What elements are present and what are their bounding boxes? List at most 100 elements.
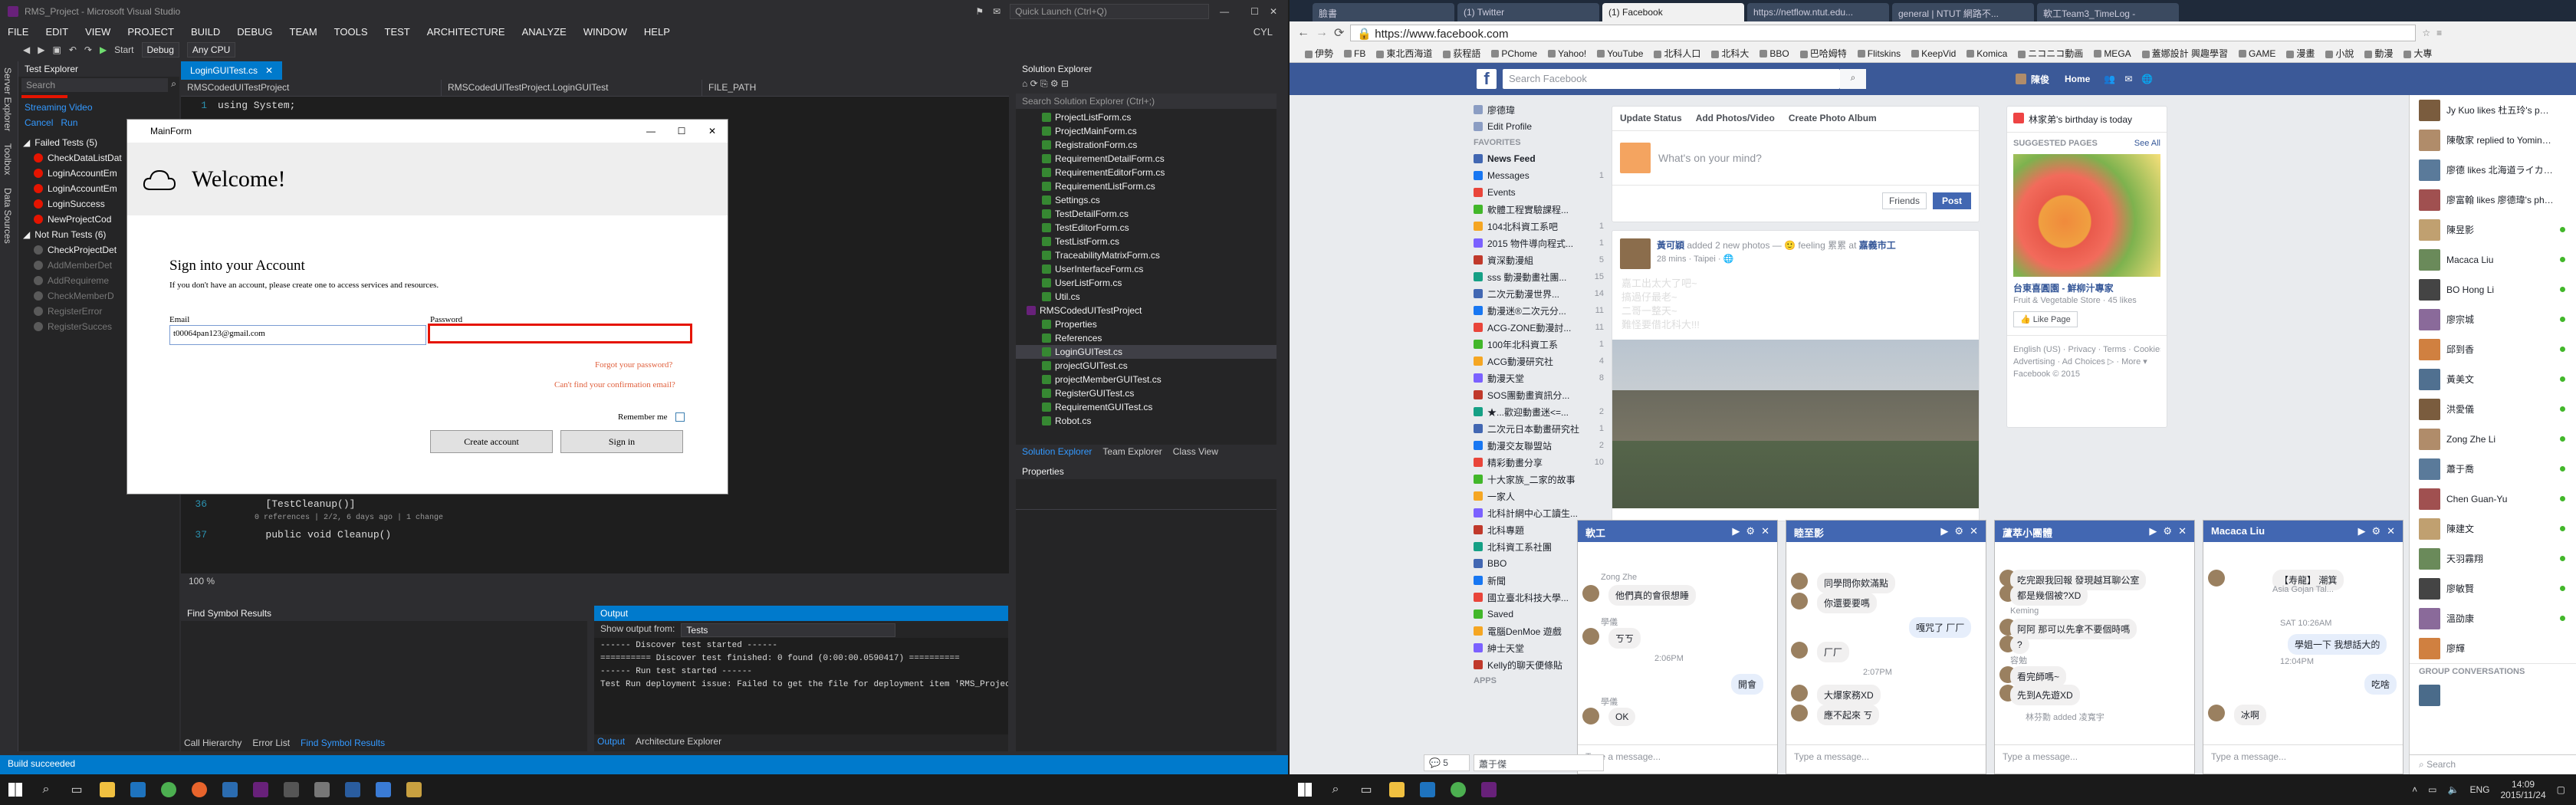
favorite-item[interactable]: ACG動漫研究社 4 [1474, 353, 1604, 370]
suggested-page-name[interactable]: 台東喜圓園 - 鮮柳汁專家 [2007, 277, 2167, 294]
favorite-item[interactable]: 十大家族_二家的故事 [1474, 471, 1604, 488]
post-place[interactable]: 嘉義市工 [1859, 240, 1896, 251]
output-source-select[interactable]: Tests [681, 623, 896, 637]
favorite-item[interactable]: ★...歡迎動畫迷<=... 2 [1474, 403, 1604, 420]
language-indicator[interactable]: ENG [2469, 784, 2489, 795]
solution-item[interactable]: TestEditorForm.cs [1016, 221, 1276, 235]
chat-contact[interactable]: 洪愛儀 [2410, 394, 2576, 424]
menu-project[interactable]: PROJECT [127, 26, 174, 38]
bookmark-item[interactable]: 荻程語 [1443, 47, 1480, 60]
see-all-link[interactable]: See All [2134, 139, 2160, 148]
settings-icon[interactable]: ⚙ [2163, 525, 2172, 537]
edge-icon[interactable] [124, 776, 152, 803]
chat-contact[interactable]: BO Hong Li [2410, 274, 2576, 304]
solution-item[interactable]: UserListForm.cs [1016, 276, 1276, 290]
undo-icon[interactable]: ↶ [69, 44, 77, 55]
nav-class-dropdown[interactable]: RMSCodedUITestProject.LoginGUITest [442, 80, 702, 96]
close-icon[interactable]: ✕ [1761, 525, 1769, 537]
quick-launch-input[interactable]: Quick Launch (Ctrl+Q) [1010, 4, 1210, 19]
run-link[interactable]: Run [61, 117, 77, 128]
bookmark-item[interactable]: Yahoo! [1548, 48, 1586, 59]
settings-icon[interactable]: ⚙ [2371, 525, 2380, 537]
menu-team[interactable]: TEAM [290, 26, 317, 38]
footer-links[interactable]: Advertising · Ad Choices ▷ · More ▾ [2013, 356, 2160, 368]
chat-icon[interactable]: ✉ [993, 6, 1001, 17]
chat-contact[interactable]: 陳建文 [2410, 514, 2576, 544]
chat-search-input[interactable]: ⌕ Search [2410, 754, 2576, 774]
task-view-icon[interactable]: ▭ [63, 776, 90, 803]
favorite-item[interactable]: 動漫天堂 8 [1474, 370, 1604, 386]
menu-debug[interactable]: DEBUG [237, 26, 272, 38]
messages-icon[interactable]: ✉ [2124, 74, 2132, 84]
zoom-level[interactable]: 100 % [181, 573, 1009, 590]
dialog-maximize-button[interactable]: ☐ [666, 126, 697, 136]
search-icon[interactable]: ⌕ [171, 78, 176, 92]
save-icon[interactable]: ▣ [52, 44, 61, 55]
bookmark-item[interactable]: Komica [1967, 48, 2007, 59]
volume-icon[interactable]: 🔈 [2448, 784, 2459, 795]
flag-icon[interactable]: ⚑ [975, 6, 984, 17]
solution-item[interactable]: References [1016, 331, 1276, 345]
chat-contact[interactable]: 蕭于喬 [2410, 454, 2576, 484]
data-sources-tab[interactable]: Data Sources [0, 182, 15, 250]
solution-item[interactable]: RMSCodedUITestProject [1016, 304, 1276, 317]
bookmark-item[interactable]: PChome [1491, 48, 1537, 59]
favorite-item[interactable]: 資深動漫組 5 [1474, 251, 1604, 268]
url-input[interactable]: 🔒 https://www.facebook.com [1350, 25, 2417, 41]
solution-item[interactable]: projectGUITest.cs [1016, 359, 1276, 373]
solution-item[interactable]: RegistrationForm.cs [1016, 138, 1276, 152]
chat-contact[interactable]: 廖輝 [2410, 633, 2576, 663]
bookmark-item[interactable]: 北科大 [1711, 47, 1749, 60]
output-text[interactable]: ------ Discover test started ------ =====… [594, 638, 1008, 734]
visual-studio-icon[interactable] [247, 776, 274, 803]
app-icon[interactable] [308, 776, 336, 803]
post-author[interactable]: 黃可穎 [1657, 240, 1684, 251]
se-search-input[interactable]: Search Solution Explorer (Ctrl+;) [1016, 94, 1276, 109]
browser-tab[interactable]: (1) Twitter [1457, 3, 1599, 21]
back-icon[interactable]: ◀ [23, 44, 30, 55]
chat-contact[interactable]: Jy Kuo likes 杜五玲's photo. [2410, 95, 2576, 125]
clock[interactable]: 14:09 2015/11/24 [2500, 779, 2545, 800]
bookmark-item[interactable]: Flitskins [1857, 48, 1901, 59]
start-button[interactable] [2, 776, 29, 803]
app-icon[interactable] [370, 776, 397, 803]
chat-contact[interactable]: Chen Guan-Yu [2410, 484, 2576, 514]
favorite-item[interactable]: 100年北科資工系 1 [1474, 336, 1604, 353]
settings-icon[interactable]: ⚙ [1746, 525, 1755, 537]
chat-header[interactable]: 軟工 ▶ ⚙ ✕ [1578, 521, 1777, 542]
menu-architecture[interactable]: ARCHITECTURE [427, 26, 505, 38]
chat-contact[interactable]: 廖德 likes 北海道ライカーズ's photo. [2410, 155, 2576, 185]
solution-item[interactable]: TraceabilityMatrixForm.cs [1016, 248, 1276, 262]
chat-header[interactable]: 睦至影 ▶ ⚙ ✕ [1786, 521, 1986, 542]
dialog-close-button[interactable]: ✕ [697, 126, 728, 136]
avatar[interactable] [1620, 238, 1651, 269]
favorite-item[interactable]: sss 動漫動畫社團... 15 [1474, 268, 1604, 285]
profile-link[interactable]: 陳俊 [2031, 73, 2049, 86]
file-explorer-icon[interactable] [1383, 776, 1411, 803]
tab-error-list[interactable]: Error List [252, 738, 290, 750]
chat-contact[interactable]: 陳昱影 [2410, 215, 2576, 245]
favorite-item[interactable]: News Feed [1474, 150, 1604, 167]
app-icon[interactable] [339, 776, 366, 803]
video-call-icon[interactable]: ▶ [1940, 525, 1948, 537]
create-account-button[interactable]: Create account [430, 430, 553, 453]
friend-requests-icon[interactable]: 👥 [2104, 74, 2115, 84]
browser-tab[interactable]: general | NTUT 網路不... [1892, 3, 2034, 21]
solution-item[interactable]: ProjectListForm.cs [1016, 110, 1276, 124]
sign-in-button[interactable]: Sign in [560, 430, 683, 453]
tab-team-explorer[interactable]: Team Explorer [1102, 446, 1162, 458]
forward-icon[interactable]: ▶ [38, 44, 44, 55]
bookmark-item[interactable]: GAME [2239, 48, 2275, 59]
favorite-item[interactable]: 二次元日本動畫研究社 1 [1474, 420, 1604, 437]
task-view-icon[interactable]: ▭ [1352, 776, 1380, 803]
browser-tab-active[interactable]: (1) Facebook [1602, 3, 1744, 21]
menu-view[interactable]: VIEW [85, 26, 110, 38]
facebook-logo-icon[interactable]: f [1477, 69, 1497, 89]
create-album-tab[interactable]: Create Photo Album [1789, 113, 1877, 124]
home-link[interactable]: Home [2065, 74, 2090, 84]
config-select[interactable]: Debug [141, 42, 179, 58]
chat-contact[interactable]: 陳敬家 replied to Yoming Lai's comment. [2410, 125, 2576, 155]
server-explorer-tab[interactable]: Server Explorer [0, 61, 15, 137]
bookmark-item[interactable]: 蓋娜設計 興趣學習 [2141, 47, 2228, 60]
chat-header[interactable]: Macaca Liu ▶ ⚙ ✕ [2203, 521, 2403, 542]
